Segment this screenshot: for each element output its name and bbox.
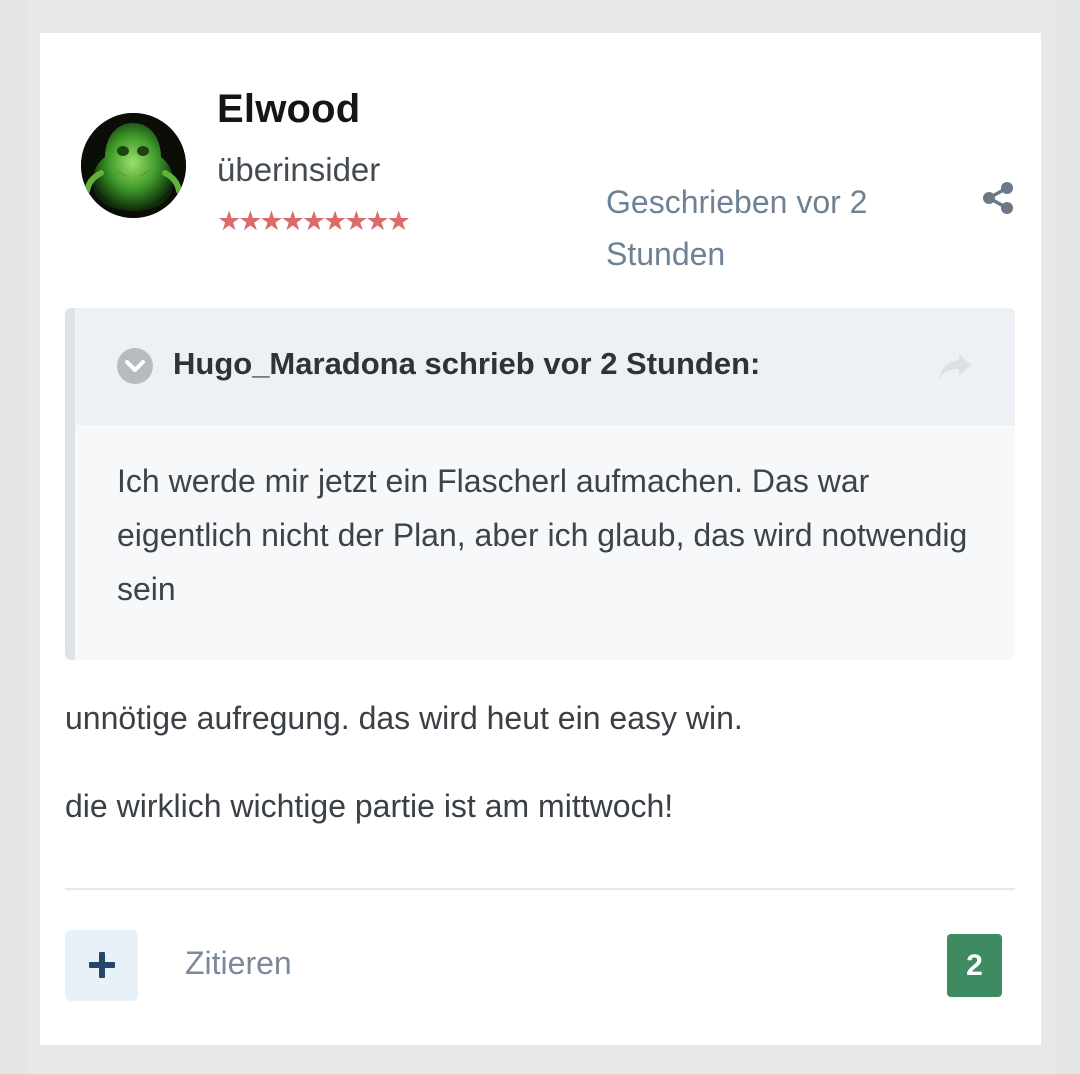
share-icon[interactable] (980, 181, 1016, 215)
rank-stars: ★★★★★★★★★ (217, 206, 411, 236)
footer-divider (65, 888, 1015, 890)
plus-icon (88, 952, 115, 978)
quote-citation: Hugo_Maradona schrieb vor 2 Stunden: (173, 346, 761, 381)
quote-button[interactable]: Zitieren (185, 945, 292, 982)
author-rank: überinsider (217, 151, 381, 188)
quote-header: Hugo_Maradona schrieb vor 2 Stunden: (75, 308, 1015, 425)
post-paragraph: die wirklich wichtige partie ist am mitt… (65, 788, 674, 824)
quote-text: Ich werde mir jetzt ein Flascherl aufmac… (117, 463, 968, 607)
post-card: Elwood überinsider ★★★★★★★★★ Geschrieben… (40, 33, 1041, 1045)
reaction-count-badge[interactable]: 2 (947, 934, 1002, 997)
author-avatar[interactable] (81, 113, 186, 218)
post-timestamp[interactable]: Geschrieben vor 2 Stunden (606, 176, 926, 280)
ghost-avatar-icon (81, 113, 186, 218)
share-arrow-icon[interactable] (937, 350, 973, 384)
chevron-down-icon[interactable] (117, 348, 153, 384)
author-name[interactable]: Elwood (217, 87, 360, 132)
quote-block: Hugo_Maradona schrieb vor 2 Stunden: Ich… (65, 308, 1015, 660)
add-reaction-button[interactable] (65, 930, 138, 1001)
post-paragraph: unnötige aufregung. das wird heut ein ea… (65, 700, 743, 736)
